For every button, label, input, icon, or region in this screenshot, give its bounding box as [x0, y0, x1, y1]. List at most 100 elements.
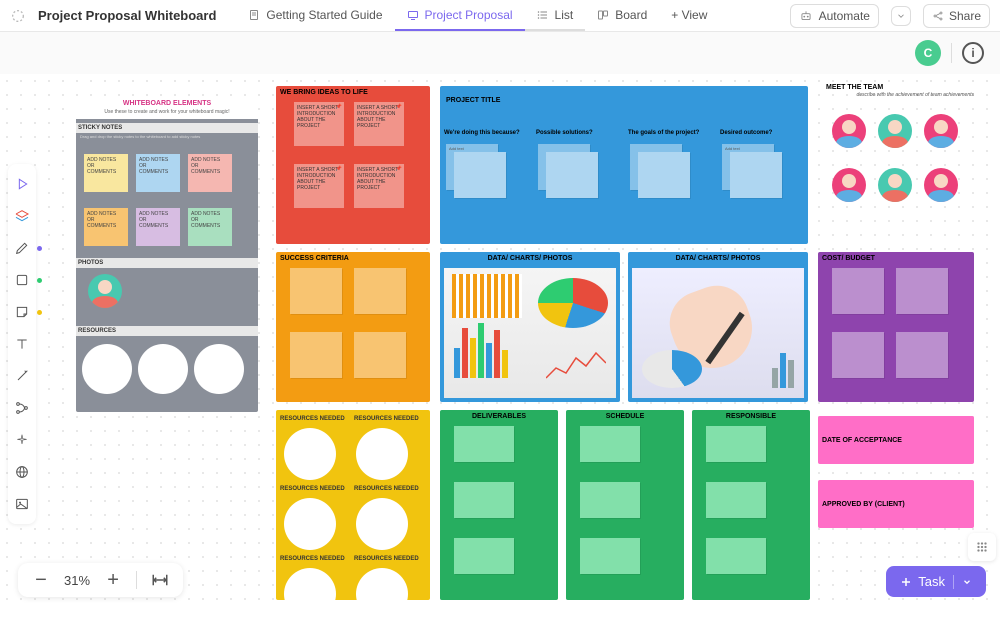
share-button[interactable]: Share — [923, 4, 990, 28]
sched-sticky[interactable] — [580, 482, 640, 518]
resource-circle[interactable] — [138, 344, 188, 394]
tab-board[interactable]: Board — [585, 1, 659, 31]
panel-whiteboard-elements[interactable]: WHITEBOARD ELEMENTS Use these to create … — [76, 96, 258, 412]
shape-tool[interactable] — [12, 270, 32, 290]
rn-label: RESOURCES NEEDED — [280, 486, 345, 492]
panel-schedule[interactable]: SCHEDULE — [566, 410, 684, 600]
resource-slot[interactable] — [356, 498, 408, 550]
tab-project-proposal[interactable]: Project Proposal — [395, 1, 525, 31]
resource-circle[interactable] — [194, 344, 244, 394]
idea-sticky[interactable]: INSERT A SHORT INTRODUCTION ABOUT THE PR… — [354, 102, 404, 146]
idea-sticky[interactable]: INSERT A SHORT INTRODUCTION ABOUT THE PR… — [294, 164, 344, 208]
resp-sticky[interactable] — [706, 482, 766, 518]
team-avatar[interactable] — [832, 168, 866, 202]
panel-cost-budget[interactable]: COST/ BUDGET — [818, 252, 974, 402]
automate-button[interactable]: Automate — [790, 4, 879, 28]
resource-slot[interactable] — [284, 428, 336, 480]
panel-approved[interactable]: APPROVED BY (CLIENT) — [818, 480, 974, 528]
idea-sticky[interactable]: INSERT A SHORT INTRODUCTION ABOUT THE PR… — [354, 164, 404, 208]
project-sticky[interactable] — [638, 152, 690, 198]
team-avatar[interactable] — [924, 114, 958, 148]
sample-sticky[interactable]: ADD NOTES OR COMMENTS — [84, 208, 128, 246]
resource-slot[interactable] — [284, 568, 336, 620]
new-task-button[interactable]: Task — [886, 566, 986, 597]
team-avatar[interactable] — [878, 114, 912, 148]
sample-sticky[interactable]: ADD NOTES OR COMMENTS — [188, 208, 232, 246]
pen-icon — [14, 240, 30, 256]
zoom-in-button[interactable]: + — [104, 571, 122, 589]
team-avatar[interactable] — [832, 114, 866, 148]
text-icon — [14, 336, 30, 352]
resource-slot[interactable] — [356, 428, 408, 480]
info-button[interactable]: i — [962, 42, 984, 64]
resp-sticky[interactable] — [706, 538, 766, 574]
whiteboard-canvas[interactable]: WHITEBOARD ELEMENTS Use these to create … — [0, 74, 1000, 611]
panel-responsible[interactable]: RESPONSIBLE — [692, 410, 810, 600]
automate-dropdown[interactable] — [891, 6, 911, 26]
tab-list[interactable]: List — [525, 1, 586, 31]
panel-acceptance[interactable]: DATE OF ACCEPTANCE — [818, 416, 974, 464]
photos-header: PHOTOS — [76, 258, 258, 268]
magic-tool[interactable] — [12, 430, 32, 450]
wand-icon — [14, 368, 30, 384]
cursor-tool[interactable] — [12, 174, 32, 194]
panel-data-charts-2[interactable]: DATA/ CHARTS/ PHOTOS — [628, 252, 808, 402]
cost-sticky[interactable] — [832, 268, 884, 314]
project-sticky[interactable] — [730, 152, 782, 198]
chart-photo-1 — [444, 268, 616, 398]
sample-avatar-photo[interactable] — [88, 274, 122, 308]
cost-sticky[interactable] — [896, 332, 948, 378]
zoom-out-button[interactable]: − — [32, 571, 50, 589]
text-tool[interactable] — [12, 334, 32, 354]
user-avatar[interactable]: C — [915, 40, 941, 66]
panel-resources-needed[interactable]: RESOURCES NEEDED RESOURCES NEEDED RESOUR… — [276, 410, 430, 600]
team-subtitle: describe with the achievement of team ac… — [826, 92, 974, 98]
sample-sticky[interactable]: ADD NOTES OR COMMENTS — [136, 154, 180, 192]
fit-width-button[interactable] — [151, 571, 169, 589]
deliv-sticky[interactable] — [454, 538, 514, 574]
resp-sticky[interactable] — [706, 426, 766, 462]
grid-icon — [975, 540, 989, 554]
sched-sticky[interactable] — [580, 538, 640, 574]
team-avatar[interactable] — [878, 168, 912, 202]
sample-sticky[interactable]: ADD NOTES OR COMMENTS — [84, 154, 128, 192]
sample-sticky[interactable]: ADD NOTES OR COMMENTS — [136, 208, 180, 246]
panel-success[interactable]: SUCCESS CRITERIA — [276, 252, 430, 402]
resource-slot[interactable] — [356, 568, 408, 620]
panel-team[interactable]: MEET THE TEAM describe with the achievem… — [826, 84, 974, 244]
panel-deliverables[interactable]: DELIVERABLES — [440, 410, 558, 600]
resource-circle[interactable] — [82, 344, 132, 394]
cost-sticky[interactable] — [896, 268, 948, 314]
success-sticky[interactable] — [290, 268, 342, 314]
image-tool[interactable] — [12, 494, 32, 514]
deliv-sticky[interactable] — [454, 426, 514, 462]
panel-project-title[interactable]: PROJECT TITLE We're doing this because? … — [440, 86, 808, 244]
success-sticky[interactable] — [290, 332, 342, 378]
idea-sticky[interactable]: INSERT A SHORT INTRODUCTION ABOUT THE PR… — [294, 102, 344, 146]
sched-sticky[interactable] — [580, 426, 640, 462]
tab-add-view[interactable]: + View — [659, 1, 719, 31]
project-sticky[interactable] — [546, 152, 598, 198]
panel-data-charts-1[interactable]: DATA/ CHARTS/ PHOTOS — [440, 252, 620, 402]
web-tool[interactable] — [12, 462, 32, 482]
ideas-title: WE BRING IDEAS TO LIFE — [280, 89, 426, 96]
quick-menu-button[interactable] — [968, 533, 996, 561]
branch-tool[interactable] — [12, 398, 32, 418]
project-sticky[interactable] — [454, 152, 506, 198]
approved-title: APPROVED BY (CLIENT) — [822, 501, 905, 508]
team-avatar[interactable] — [924, 168, 958, 202]
pen-tool[interactable] — [12, 238, 32, 258]
deliv-sticky[interactable] — [454, 482, 514, 518]
col-label: The goals of the project? — [628, 130, 699, 136]
success-sticky[interactable] — [354, 268, 406, 314]
connector-tool[interactable] — [12, 366, 32, 386]
tab-getting-started[interactable]: Getting Started Guide — [236, 1, 394, 31]
responsible-title: RESPONSIBLE — [696, 413, 806, 420]
resource-slot[interactable] — [284, 498, 336, 550]
sticky-tool[interactable] — [12, 302, 32, 322]
success-sticky[interactable] — [354, 332, 406, 378]
layers-tool[interactable] — [12, 206, 32, 226]
sample-sticky[interactable]: ADD NOTES OR COMMENTS — [188, 154, 232, 192]
cost-sticky[interactable] — [832, 332, 884, 378]
panel-ideas[interactable]: WE BRING IDEAS TO LIFE INSERT A SHORT IN… — [276, 86, 430, 244]
